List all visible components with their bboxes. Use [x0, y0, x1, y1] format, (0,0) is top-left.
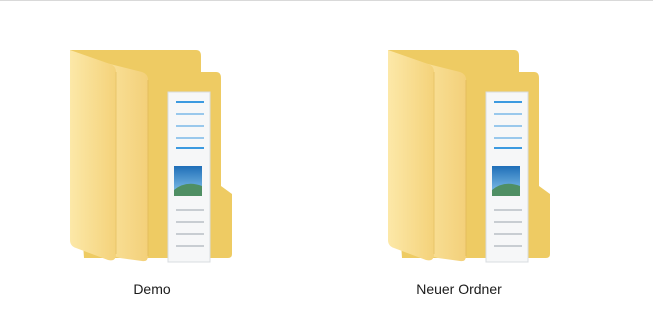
folder-item-neuer-ordner[interactable]: Neuer Ordner	[382, 44, 562, 306]
window-top-border	[0, 0, 653, 1]
folder-label: Demo	[133, 281, 171, 297]
folder-label: Neuer Ordner	[416, 281, 502, 297]
folder-item-demo[interactable]: Demo	[64, 44, 244, 306]
folder-with-documents-icon	[388, 50, 550, 263]
folder-with-documents-icon	[70, 50, 232, 263]
